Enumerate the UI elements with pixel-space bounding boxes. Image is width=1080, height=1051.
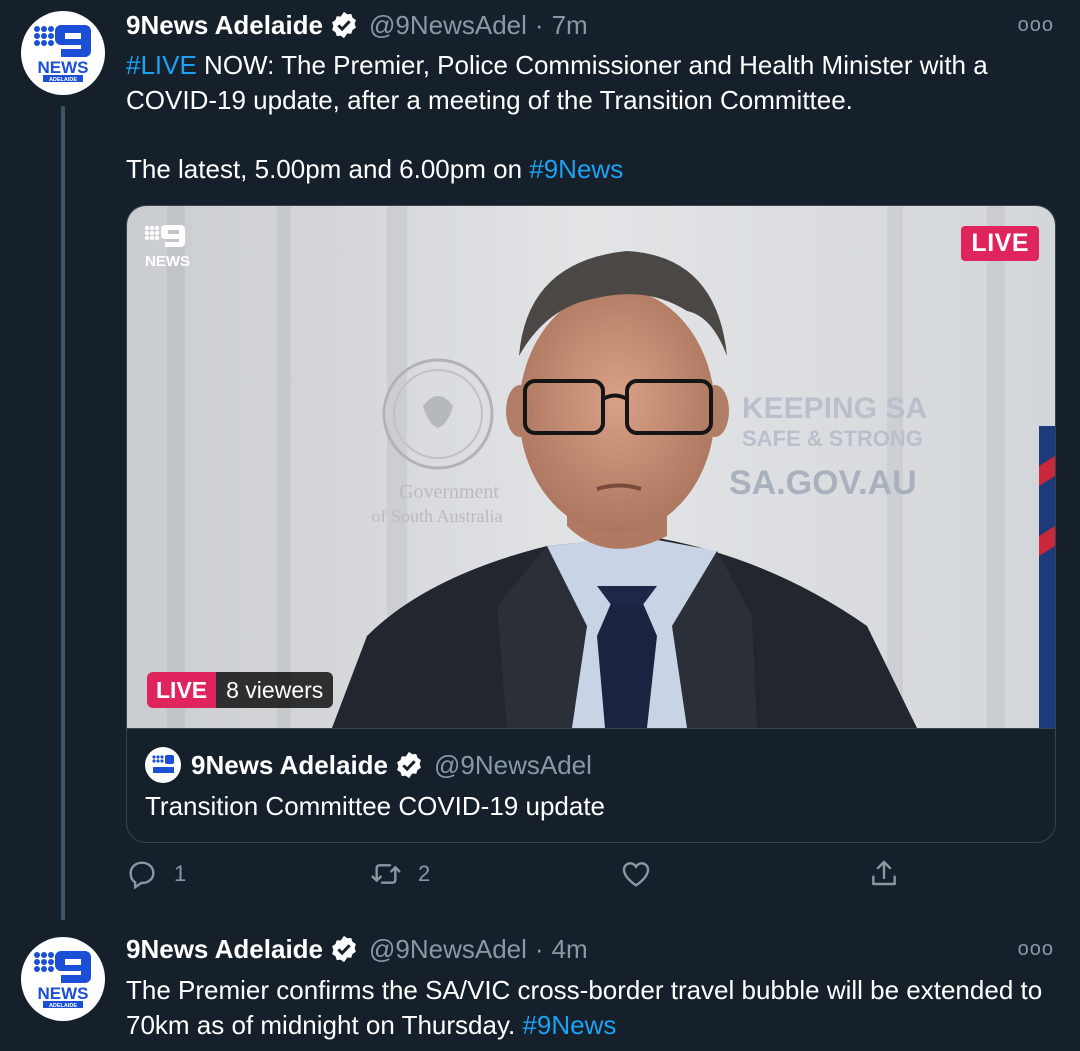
hashtag-live-link[interactable]: #LIVE xyxy=(126,50,197,80)
tweet-timestamp[interactable]: 4m xyxy=(552,934,588,965)
share-button[interactable] xyxy=(868,858,900,890)
watermark-news-text: NEWS xyxy=(145,253,190,270)
live-broadcast-card[interactable]: Government of South Australia KEEPING SA… xyxy=(126,205,1056,843)
tweet-timestamp[interactable]: 7m xyxy=(552,10,588,41)
user-handle[interactable]: @9NewsAdel xyxy=(369,934,527,965)
avatar-news-text: NEWS xyxy=(38,58,89,77)
backdrop-south-australia-text: of South Australia xyxy=(372,506,503,526)
avatar-news-text: NEWS xyxy=(38,984,89,1003)
card-title: Transition Committee COVID-19 update xyxy=(145,791,606,821)
heart-icon xyxy=(622,862,650,887)
tweet-text: #LIVE NOW: The Premier, Police Commissio… xyxy=(126,48,1056,118)
tweet-2[interactable]: NEWS ADELAIDE 9News Adelaide @9NewsAdel … xyxy=(0,920,1080,1051)
tweet-text-line1: NOW: The Premier, Police Commissioner an… xyxy=(126,50,988,115)
more-options-icon[interactable]: ooo xyxy=(1018,14,1054,37)
display-name[interactable]: 9News Adelaide xyxy=(126,934,323,965)
profile-avatar[interactable]: NEWS ADELAIDE xyxy=(21,11,105,95)
like-button[interactable] xyxy=(620,858,652,890)
tweet-header: 9News Adelaide @9NewsAdel · 4m xyxy=(126,932,588,966)
retweet-button[interactable]: 2 xyxy=(370,858,430,890)
nine-news-logo-icon: NEWS ADELAIDE xyxy=(34,25,91,83)
tweet-actions: 1 2 xyxy=(126,858,926,898)
reply-count: 1 xyxy=(174,861,187,886)
share-icon xyxy=(872,860,896,886)
nine-news-watermark-icon: NEWS xyxy=(144,225,190,270)
tweet-text: The Premier confirms the SA/VIC cross-bo… xyxy=(126,973,1056,1043)
card-author-name: 9News Adelaide xyxy=(191,749,389,780)
live-corner-badge: LIVE xyxy=(961,226,1039,261)
viewer-count: 8 viewers xyxy=(216,672,334,708)
profile-avatar[interactable]: NEWS ADELAIDE xyxy=(21,937,105,1021)
video-frame-image: Government of South Australia KEEPING SA… xyxy=(127,206,1055,728)
live-viewers-pill: LIVE 8 viewers xyxy=(147,672,334,708)
backdrop-safe-text: SAFE & STRONG xyxy=(742,426,923,451)
video-player[interactable]: Government of South Australia KEEPING SA… xyxy=(127,206,1055,728)
hashtag-9news-link[interactable]: #9News xyxy=(522,1010,616,1040)
separator-dot: · xyxy=(534,9,544,40)
card-author: 9News Adelaide @9NewsAdel xyxy=(145,747,592,783)
reply-icon xyxy=(129,861,155,890)
retweet-icon xyxy=(371,864,401,884)
tweet-1[interactable]: NEWS ADELAIDE 9News Adelaide @9NewsAdel … xyxy=(0,0,1080,920)
hashtag-9news-link[interactable]: #9News xyxy=(529,154,623,184)
verified-badge-icon xyxy=(332,11,356,39)
card-author-avatar xyxy=(145,747,181,783)
card-footer[interactable]: 9News Adelaide @9NewsAdel Transition Com… xyxy=(127,728,1055,842)
card-verified-badge-icon xyxy=(397,751,421,779)
tweet-text-line2: The latest, 5.00pm and 6.00pm on xyxy=(126,154,530,184)
user-handle[interactable]: @9NewsAdel xyxy=(369,10,527,41)
backdrop-keeping-text: KEEPING SA xyxy=(742,392,927,425)
tweet-header: 9News Adelaide @9NewsAdel · 7m xyxy=(126,8,588,42)
thread-connector xyxy=(61,106,65,920)
avatar-adelaide-text: ADELAIDE xyxy=(49,77,77,83)
live-badge: LIVE xyxy=(147,672,217,708)
backdrop-government-text: Government xyxy=(399,481,499,503)
display-name[interactable]: 9News Adelaide xyxy=(126,10,323,41)
verified-badge-icon xyxy=(332,935,356,963)
nine-news-logo-icon: NEWS ADELAIDE xyxy=(34,951,91,1009)
avatar-adelaide-text: ADELAIDE xyxy=(49,1003,77,1009)
more-options-icon[interactable]: ooo xyxy=(1018,938,1054,961)
reply-button[interactable]: 1 xyxy=(126,858,186,890)
nine-news-mini-logo-icon xyxy=(152,755,174,773)
card-author-handle: @9NewsAdel xyxy=(434,749,592,780)
tweet-text-paragraph-2: The latest, 5.00pm and 6.00pm on #9News xyxy=(126,152,1056,187)
backdrop-gov-url-text: SA.GOV.AU xyxy=(729,464,917,502)
retweet-count: 2 xyxy=(418,861,431,886)
separator-dot: · xyxy=(534,933,544,964)
